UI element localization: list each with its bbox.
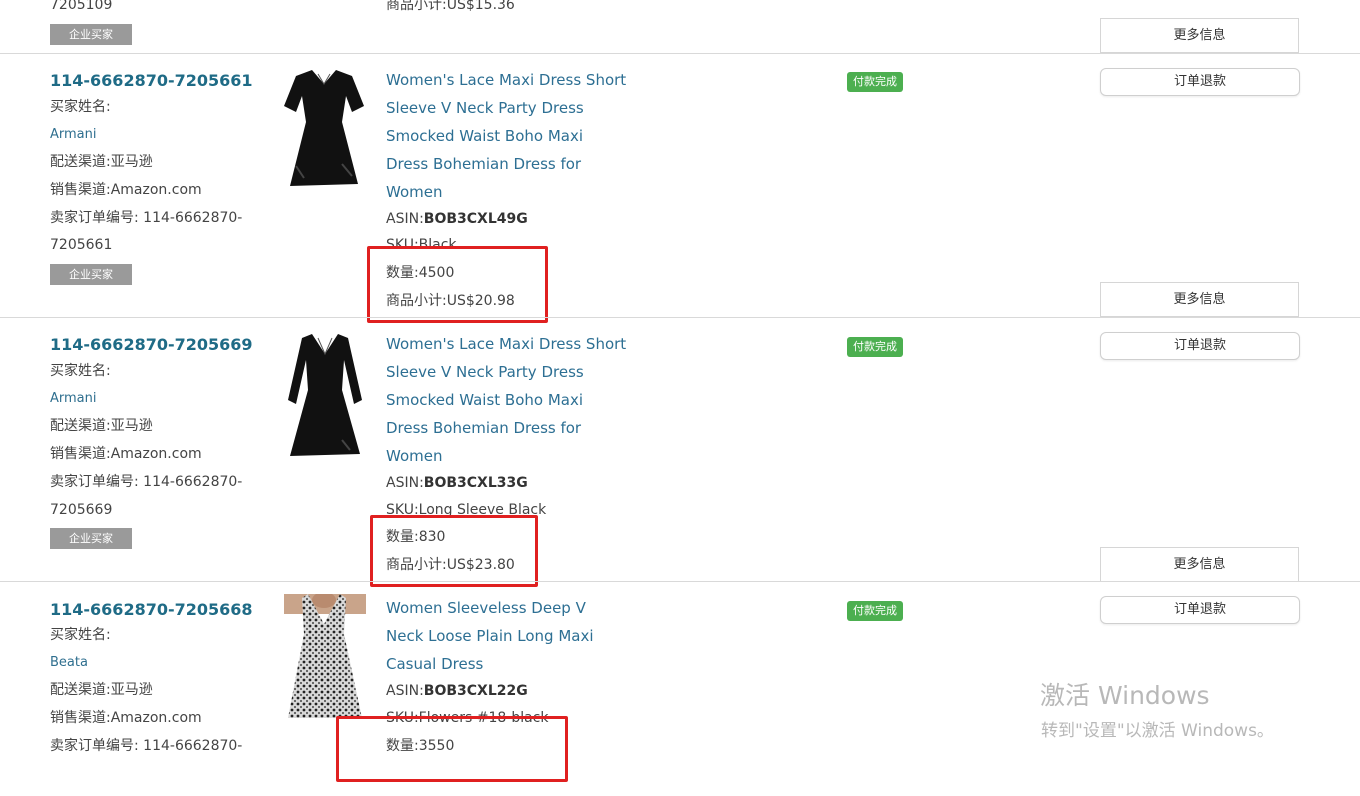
asin-label: ASIN: — [386, 683, 424, 699]
buyer-name: Armani — [50, 127, 97, 142]
row-divider — [0, 581, 1360, 582]
shipping-channel: 配送渠道:亚马逊 — [50, 154, 153, 170]
product-title-line: Sleeve V Neck Party Dress — [386, 99, 584, 117]
product-title-line: Women Sleeveless Deep V — [386, 599, 586, 617]
seller-order-number: 卖家订单编号: 114-6662870- — [50, 210, 243, 226]
product-title-link[interactable]: Women's Lace Maxi Dress Short Sleeve V N… — [386, 330, 636, 470]
shipping-channel: 配送渠道:亚马逊 — [50, 418, 153, 434]
product-title-line: Women's Lace Maxi Dress Short — [386, 71, 627, 89]
product-title-line: Smocked Waist Boho Maxi — [386, 127, 584, 145]
product-title-line: Women — [386, 183, 443, 201]
product-title-line: Women's Lace Maxi Dress Short — [386, 335, 627, 353]
more-info-button[interactable]: 更多信息 — [1100, 18, 1299, 53]
asin-value: BOB3CXL22G — [423, 683, 528, 699]
partial-seller-order-number: 7205109 — [50, 0, 113, 13]
product-title-link[interactable]: Women's Lace Maxi Dress Short Sleeve V N… — [386, 66, 636, 206]
shipping-channel: 配送渠道:亚马逊 — [50, 682, 153, 698]
highlight-box — [370, 515, 538, 587]
more-info-button[interactable]: 更多信息 — [1100, 547, 1299, 582]
highlight-box — [336, 716, 568, 782]
asin-label: ASIN: — [386, 475, 424, 491]
buyer-name: Armani — [50, 391, 97, 406]
business-buyer-tag: 企业买家 — [50, 528, 132, 549]
more-info-button[interactable]: 更多信息 — [1100, 282, 1299, 317]
product-title-line: Casual Dress — [386, 655, 484, 673]
black-long-sleeve-dress-image[interactable] — [284, 330, 366, 460]
sales-channel: 销售渠道:Amazon.com — [50, 446, 202, 462]
status-badge: 付款完成 — [847, 337, 903, 357]
sales-channel: 销售渠道:Amazon.com — [50, 182, 202, 198]
seller-order-number: 卖家订单编号: 114-6662870- — [50, 474, 243, 490]
status-badge: 付款完成 — [847, 72, 903, 92]
buyer-name: Beata — [50, 655, 88, 670]
product-asin: ASIN:BOB3CXL33G — [386, 475, 528, 491]
product-title-link[interactable]: Women Sleeveless Deep V Neck Loose Plain… — [386, 594, 636, 678]
business-buyer-tag: 企业买家 — [50, 24, 132, 45]
product-asin: ASIN:BOB3CXL22G — [386, 683, 528, 699]
floral-sleeveless-dress-image[interactable] — [284, 592, 366, 720]
business-buyer-tag: 企业买家 — [50, 264, 132, 285]
asin-value: BOB3CXL49G — [423, 211, 528, 227]
order-id-link[interactable]: 114-6662870-7205661 — [50, 71, 253, 90]
product-title-line: Sleeve V Neck Party Dress — [386, 363, 584, 381]
order-id-link[interactable]: 114-6662870-7205669 — [50, 335, 253, 354]
product-title-line: Dress Bohemian Dress for — [386, 155, 582, 173]
partial-item-subtotal: 商品小计:US$15.36 — [386, 0, 515, 13]
buyer-name-label: 买家姓名: — [50, 627, 111, 643]
sales-channel: 销售渠道:Amazon.com — [50, 710, 202, 726]
asin-value: BOB3CXL33G — [423, 475, 528, 491]
buyer-name-label: 买家姓名: — [50, 363, 111, 379]
order-refund-button[interactable]: 订单退款 — [1100, 596, 1300, 624]
black-short-sleeve-dress-image[interactable] — [282, 66, 366, 194]
product-title-line: Neck Loose Plain Long Maxi — [386, 627, 594, 645]
seller-order-number-cont: 7205661 — [50, 237, 113, 253]
product-title-line: Women — [386, 447, 443, 465]
order-id-link[interactable]: 114-6662870-7205668 — [50, 600, 253, 619]
order-refund-button[interactable]: 订单退款 — [1100, 68, 1300, 96]
buyer-name-label: 买家姓名: — [50, 99, 111, 115]
windows-activation-title: 激活 Windows — [1040, 681, 1210, 710]
status-badge: 付款完成 — [847, 601, 903, 621]
asin-label: ASIN: — [386, 211, 424, 227]
product-title-line: Dress Bohemian Dress for — [386, 419, 582, 437]
windows-activation-hint: 转到"设置"以激活 Windows。 — [1041, 721, 1274, 741]
highlight-box — [367, 246, 548, 323]
product-asin: ASIN:BOB3CXL49G — [386, 211, 528, 227]
row-divider — [0, 53, 1360, 54]
seller-order-number-cont: 7205669 — [50, 502, 113, 518]
order-refund-button[interactable]: 订单退款 — [1100, 332, 1300, 360]
product-title-line: Smocked Waist Boho Maxi — [386, 391, 584, 409]
seller-order-number: 卖家订单编号: 114-6662870- — [50, 738, 243, 754]
row-divider — [0, 317, 1360, 318]
